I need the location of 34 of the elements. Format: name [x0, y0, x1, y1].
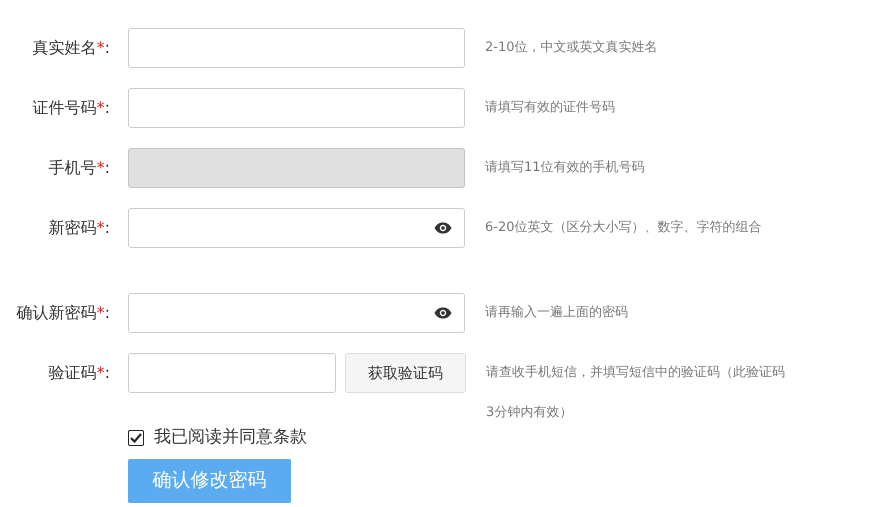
field-label: 验证码 — [48, 363, 97, 382]
input-field[interactable] — [128, 28, 465, 68]
required-mark: * — [96, 38, 105, 57]
checkbox[interactable] — [128, 430, 144, 446]
field-label: 真实姓名 — [32, 38, 97, 57]
required-mark: * — [96, 98, 105, 117]
hint-text: 请再输入一遍上面的密码 — [485, 304, 629, 322]
label-colon: : — [104, 363, 110, 382]
agree-label: 我已阅读并同意条款 — [154, 426, 307, 449]
hint-text: 请填写11位有效的手机号码 — [485, 159, 646, 177]
label-colon: : — [104, 303, 110, 322]
required-mark: * — [96, 363, 105, 382]
required-mark: * — [96, 218, 105, 237]
field-label: 证件号码 — [32, 98, 97, 117]
eye-icon[interactable] — [434, 307, 452, 319]
get-code-button[interactable]: 获取验证码 — [345, 353, 466, 393]
required-mark: * — [96, 158, 105, 177]
label-colon: : — [104, 158, 110, 177]
eye-icon[interactable] — [434, 222, 452, 234]
hint-text: 2-10位，中文或英文真实姓名 — [485, 39, 659, 57]
label-colon: : — [104, 98, 110, 117]
label-colon: : — [104, 38, 110, 57]
input-field[interactable] — [128, 208, 465, 248]
field-label: 新密码 — [48, 218, 97, 237]
hint-text: 请填写有效的证件号码 — [485, 99, 616, 117]
label-colon: : — [104, 218, 110, 237]
required-mark: * — [96, 303, 105, 322]
input-field[interactable] — [128, 353, 336, 393]
input-field[interactable] — [128, 88, 465, 128]
field-label: 手机号 — [48, 158, 97, 177]
input-field[interactable] — [128, 293, 465, 333]
field-label: 确认新密码 — [16, 303, 97, 322]
hint-text: 6-20位英文（区分大小写）、数字、字符的组合 — [485, 219, 763, 237]
hint-text: 请查收手机短信，并填写短信中的验证码（此验证码3分钟内有效） — [486, 364, 786, 422]
